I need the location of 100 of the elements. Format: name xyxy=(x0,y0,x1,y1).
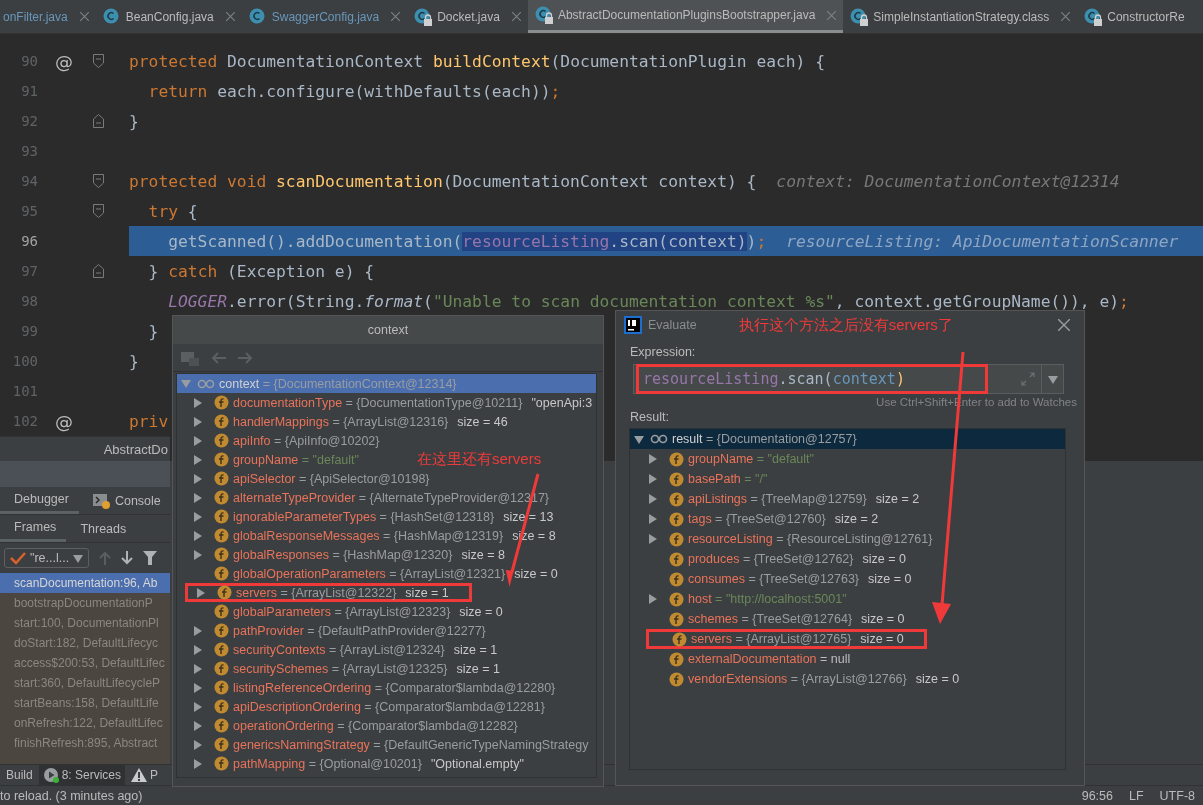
tree-row[interactable]: globalResponses = {HashMap@12320} size = 8 xyxy=(177,545,505,564)
editor-tab[interactable]: SimpleInstantiationStrategy.class xyxy=(843,0,1078,33)
field-icon xyxy=(669,551,684,567)
tree-row[interactable]: securitySchemes = {ArrayList@12325} size = 1 xyxy=(177,659,500,678)
history-dropdown-button[interactable] xyxy=(1042,364,1064,394)
expand-icon xyxy=(1021,372,1035,386)
field-icon xyxy=(669,651,684,667)
inline-value-hint: context: DocumentationContext@12314 xyxy=(776,171,1120,191)
editor-tab[interactable]: BeanConfig.java xyxy=(95,0,242,33)
field-icon xyxy=(669,451,684,467)
tree-row[interactable]: externalDocumentation = null xyxy=(630,649,851,669)
field-label: Result: xyxy=(629,409,670,426)
tree-row[interactable]: apiDescriptionOrdering = {Comparator$lambda@12281} xyxy=(177,697,545,716)
close-icon xyxy=(827,10,837,20)
panel-tab[interactable]: Threads xyxy=(66,515,137,542)
tree-row[interactable]: ignorableParameterTypes = {HashSet@12318} size = 13 xyxy=(177,507,554,526)
tree-row[interactable]: pathMapping = {Optional@10201} "Optional.empty" xyxy=(177,754,524,773)
code-line: } xyxy=(129,111,139,131)
variable-text: handlerMappings = {ArrayList@12316} size = 46 xyxy=(233,414,508,429)
tree-row[interactable]: host = "http://localhost:5001" xyxy=(630,589,847,609)
field-icon xyxy=(214,509,229,524)
tree-row[interactable]: apiInfo = {ApiInfo@10202} xyxy=(177,431,380,450)
tree-row[interactable]: apiSelector = {ApiSelector@10198} xyxy=(177,469,430,488)
tree-row[interactable]: apiListings = {TreeMap@12759} size = 2 xyxy=(630,489,920,509)
stack-frame[interactable]: scanDocumentation:96, Ab xyxy=(0,573,170,593)
field-icon xyxy=(214,490,229,505)
panel-tab[interactable]: Console xyxy=(78,487,171,514)
panel-tab[interactable]: Debugger xyxy=(0,487,79,514)
panel-tab[interactable]: Frames xyxy=(0,515,67,542)
locked-class-icon xyxy=(1084,7,1103,26)
code-line: return each.configure(withDefaults(each)); xyxy=(147,81,561,101)
warning-icon xyxy=(131,768,148,782)
tree-row[interactable]: servers = {ArrayList@12322} size = 1 xyxy=(185,583,472,602)
tree-row[interactable]: groupName = "default" xyxy=(177,450,359,469)
tree-row[interactable]: globalOperationParameters = {ArrayList@12321} size = 0 xyxy=(177,564,558,583)
line-separator[interactable]: LF xyxy=(1121,788,1152,803)
variable-text: consumes = {TreeSet@12763} size = 0 xyxy=(688,572,912,586)
file-encoding[interactable]: UTF-8 xyxy=(1151,788,1203,803)
line-number: 95 xyxy=(20,203,38,219)
tree-row[interactable]: produces = {TreeSet@12762} size = 0 xyxy=(630,549,906,569)
variable-text: produces = {TreeSet@12762} size = 0 xyxy=(688,552,906,566)
cursor-position[interactable]: 96:56 xyxy=(1073,788,1121,803)
line-number: 91 xyxy=(20,83,38,99)
locked-class-icon xyxy=(414,7,433,26)
locked-class-icon xyxy=(850,7,869,26)
class-icon xyxy=(102,7,121,26)
editor-tab[interactable]: ConstructorRe xyxy=(1077,0,1192,33)
tree-row[interactable]: pathProvider = {DefaultPathProvider@12277} xyxy=(177,621,486,640)
tree-row[interactable]: basePath = "/" xyxy=(630,469,768,489)
tree-row[interactable]: operationOrdering = {Comparator$lambda@12282} xyxy=(177,716,518,735)
status-message: to reload. (3 minutes ago) xyxy=(0,788,143,803)
editor-tab[interactable]: AbstractDocumentationPluginsBootstrapper.java xyxy=(527,0,844,33)
line-number: 101 xyxy=(11,383,38,399)
variable-text: globalOperationParameters = {ArrayList@12321} size = 0 xyxy=(233,566,558,581)
tool-window-button[interactable]: P xyxy=(127,765,163,785)
variable-text: apiDescriptionOrdering = {Comparator$lambda@12281} xyxy=(233,699,545,714)
tool-window-button[interactable]: 8: Services xyxy=(38,765,126,785)
line-number: 100 xyxy=(11,353,38,369)
tree-row[interactable]: documentationType = {DocumentationType@10211} "openApi:3 xyxy=(177,393,593,412)
tree-row[interactable]: resourceListing = {ResourceListing@12761} xyxy=(630,529,933,549)
tree-row[interactable]: globalParameters = {ArrayList@12323} size = 0 xyxy=(177,602,503,621)
filter-icon[interactable] xyxy=(143,551,158,565)
tree-row[interactable]: result = {Documentation@12757} xyxy=(630,429,1065,449)
tree-row[interactable]: schemes = {TreeSet@12764} size = 0 xyxy=(630,609,905,629)
tree-row[interactable]: groupName = "default" xyxy=(630,449,814,469)
line-number: 96 xyxy=(20,233,38,249)
thread-dropdown[interactable]: "re...l... xyxy=(4,548,90,568)
tree-row[interactable]: genericsNamingStrategy = {DefaultGenericTypeNamingStrategy xyxy=(177,735,589,754)
tree-row[interactable]: tags = {TreeSet@12760} size = 2 xyxy=(630,509,879,529)
tool-window-button[interactable]: Build xyxy=(2,765,37,785)
tree-row[interactable]: vendorExtensions = {ArrayList@12766} size = 0 xyxy=(630,669,960,689)
tree-row[interactable]: consumes = {TreeSet@12763} size = 0 xyxy=(630,569,912,589)
variable-text: pathMapping = {Optional@10201} "Optional.empty" xyxy=(233,756,524,771)
variable-text: securityContexts = {ArrayList@12324} size = 1 xyxy=(233,642,498,657)
tree-row[interactable]: handlerMappings = {ArrayList@12316} size = 46 xyxy=(177,412,508,431)
variable-text: ignorableParameterTypes = {HashSet@12318} size = 13 xyxy=(233,509,554,524)
tree-row[interactable]: context = {DocumentationContext@12314} xyxy=(177,374,596,393)
expression-field[interactable]: resourceListing.scan(context) xyxy=(633,364,1042,394)
editor-tab[interactable]: onFilter.java xyxy=(0,0,96,33)
code-line: LOGGER.error(String.format("Unable to scan documentation context %s", context.getGroupName()), e); xyxy=(167,291,1129,311)
field-icon xyxy=(214,756,229,771)
field-icon xyxy=(669,511,684,527)
forward-arrow-icon xyxy=(237,351,253,364)
line-number: 97 xyxy=(20,263,38,279)
editor-tab[interactable]: Docket.java xyxy=(407,0,528,33)
variable-text: globalResponses = {HashMap@12320} size = 8 xyxy=(233,547,505,562)
tree-row[interactable]: listingReferenceOrdering = {Comparator$lambda@12280} xyxy=(177,678,556,697)
field-icon xyxy=(214,642,229,657)
watch-icon xyxy=(197,378,215,389)
down-arrow-icon[interactable] xyxy=(121,551,134,565)
code-line: } xyxy=(147,321,159,341)
tree-row[interactable]: servers = {ArrayList@12765} size = 0 xyxy=(646,629,927,649)
tree-row[interactable]: securityContexts = {ArrayList@12324} size = 1 xyxy=(177,640,498,659)
line-number: 92 xyxy=(20,113,38,129)
close-icon xyxy=(511,12,521,21)
close-icon xyxy=(79,12,89,21)
close-icon xyxy=(1058,319,1070,331)
line-number: 90 xyxy=(20,53,38,69)
editor-tab[interactable]: SwaggerConfig.java xyxy=(241,0,408,33)
field-icon xyxy=(214,433,229,448)
